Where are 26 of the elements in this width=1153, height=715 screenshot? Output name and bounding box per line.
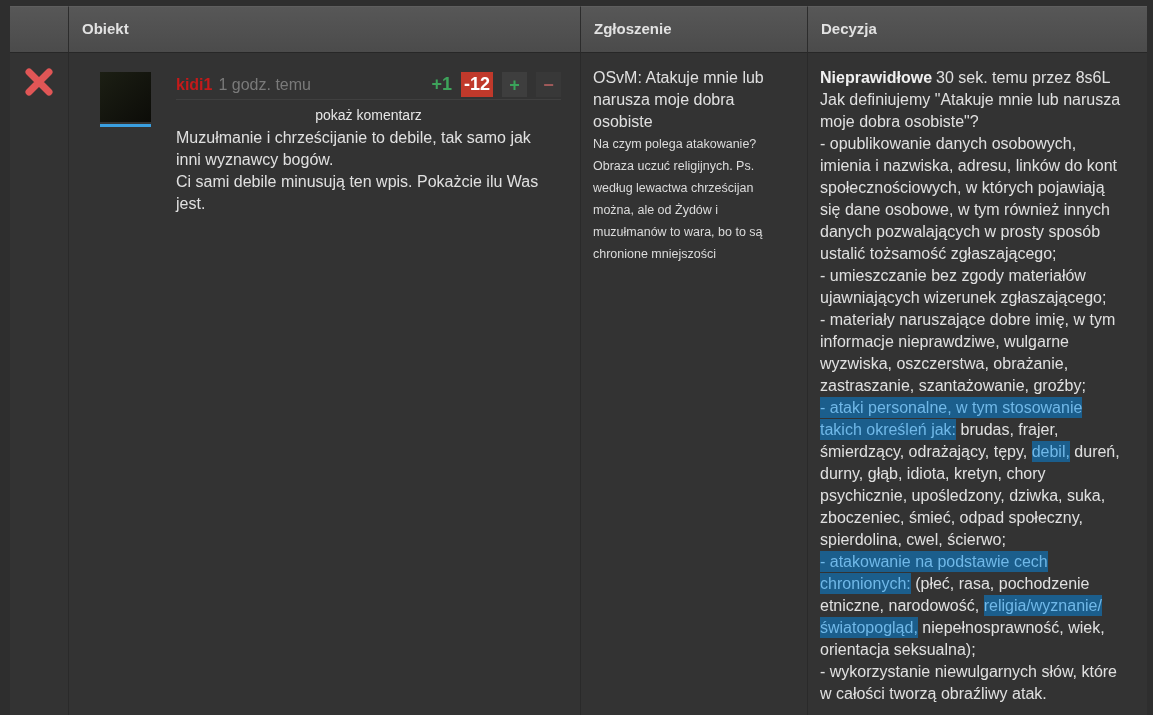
column-header: Decyzja [807,6,1147,53]
decision-meta: 30 sek. temu przez 8s6L [936,68,1111,88]
comment-text: Muzułmanie i chrześcijanie to debile, tak samo jak inni wyznawcy bogów. [176,128,532,170]
downvote-count: -12 [461,72,493,97]
show-comment-link[interactable]: pokaż komentarz [315,105,422,125]
column-header: Zgłoszenie [580,6,807,53]
decision-text: - materiały naruszające dobre imię, w tym informacje nieprawdziwe, wulgarne wyzwiska, oszczerstwa, obrażanie, zastraszanie, szantażowanie, groźby; [820,310,1117,396]
header-cell [10,6,68,53]
decision-text: - umieszczanie bez zgody materiałów ujawniających wizerunek zgłaszającego; [820,266,1108,308]
decision-text: Jak definiujemy "Atakuje mnie lub narusza moje dobra osobiste"? [820,90,1122,132]
avatar-accent-bar [100,124,151,127]
upvote-button[interactable]: + [502,72,527,97]
decision-verdict: Nieprawidłowe [820,68,933,88]
column-header: Obiekt [68,6,580,53]
decision-text: - ataki personalne, w tym stosowanie takich określeń jak: brudas, frajer, śmierdzący, odrażający, tępy, debil, dureń, durny, głąb, idiota, kretyn, chory psychicznie, upośledzony, dziwka, suka, zboczeniec, śmieć, odpad społeczny, spierdolina, cwel, ścierwo; [820,397,1121,550]
comment-time: 1 godz. temu [218,74,311,95]
report-comment: Na czym polega atakowanie? Obraza uczuć religijnych. Ps. według lewactwa chrześcijan można, ale od Żydów i muzułmanów to wara, bo to są chronione mniejszości [593,136,764,263]
avatar-placeholder[interactable] [100,72,151,122]
upvote-count: +1 [431,73,452,96]
decision-text: - opublikowanie danych osobowych, imienia i nazwiska, adresu, linków do kont społecznościowych, w których pojawiają się dane osobowe, w tym również innych danych pozwalających w prosty sposób ustalić tożsamość zgłaszającego; [820,134,1119,264]
downvote-button[interactable]: − [536,72,561,97]
comment-text: Ci sami debile minusują ten wpis. Pokażcie ilu Was jest. [176,172,540,214]
decision-text: - atakowanie na podstawie cech chronionych: (płeć, rasa, pochodzenie etniczne, narodowość, religia/wyznanie/światopogląd, niepełnosprawność, wiek, orientacja seksualna); [820,551,1106,660]
report-reason: OSvM: Atakuje mnie lub narusza moje dobra osobiste [593,68,765,132]
author-link[interactable]: kidi1 [176,72,213,97]
decision-text: - wykorzystanie niewulgarnych słów, które w całości tworzą obraźliwy atak. [820,662,1118,704]
